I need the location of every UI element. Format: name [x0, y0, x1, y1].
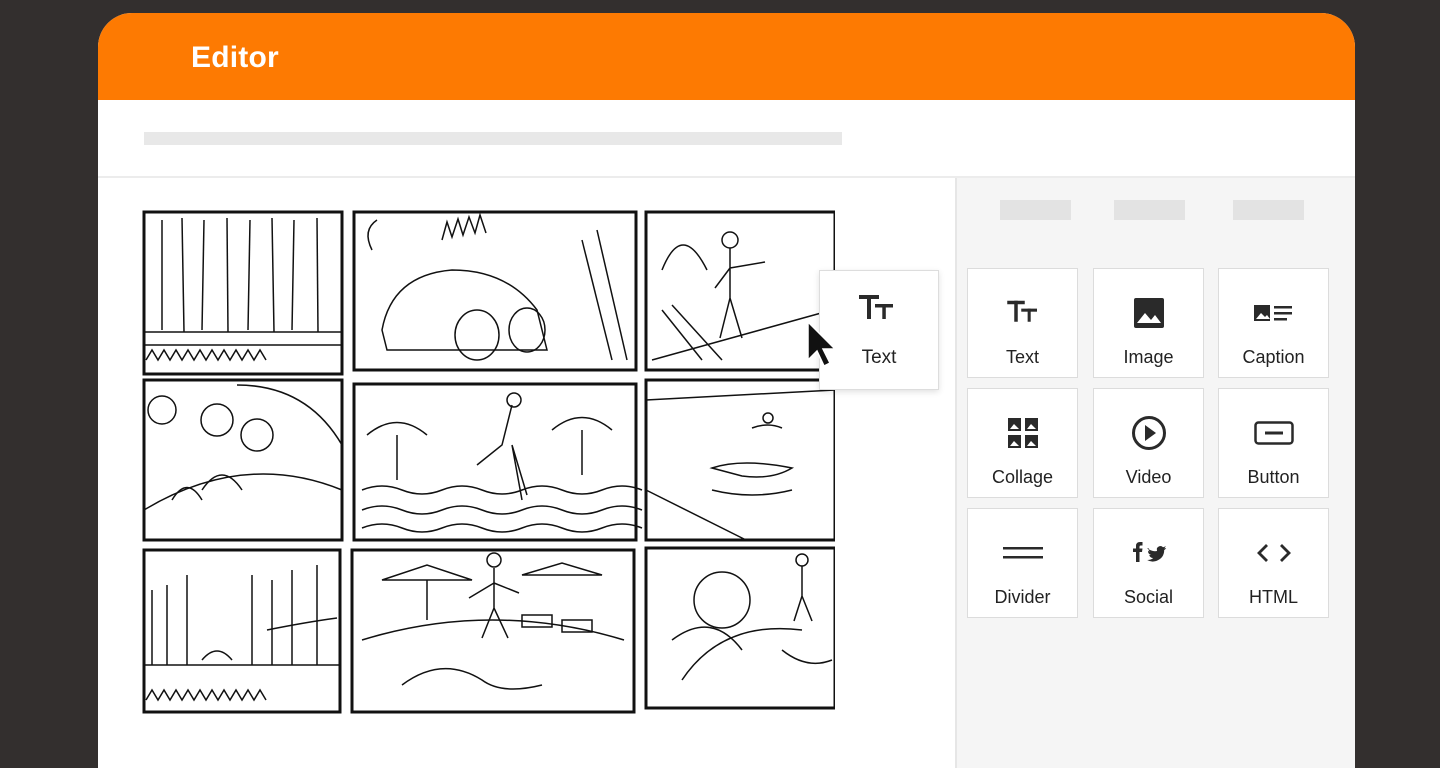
image-icon [1094, 293, 1203, 333]
block-label: Social [1123, 587, 1174, 607]
block-button[interactable]: Button [1218, 388, 1329, 498]
panel-tab-3[interactable] [1233, 200, 1304, 220]
block-label: Video [1125, 467, 1172, 487]
block-label: Text [1005, 347, 1039, 367]
mouse-pointer-icon [806, 320, 837, 373]
social-icon [1094, 533, 1203, 573]
blocks-panel: Text Image Caption Collage Video Button … [955, 178, 1355, 768]
block-html[interactable]: HTML [1218, 508, 1329, 618]
block-label: Divider [994, 587, 1051, 607]
text-format-icon [968, 293, 1077, 333]
play-circle-icon [1094, 413, 1203, 453]
block-label: Caption [1242, 347, 1305, 367]
block-label: Image [1123, 347, 1174, 367]
block-label: Button [1247, 467, 1300, 487]
dragging-text-block-label: Text [861, 347, 897, 368]
address-placeholder [144, 132, 842, 145]
address-bar[interactable] [98, 100, 1355, 178]
window-title: Editor [191, 41, 279, 74]
block-video[interactable]: Video [1093, 388, 1204, 498]
panel-tab-2[interactable] [1114, 200, 1185, 220]
code-icon [1219, 533, 1328, 573]
block-image[interactable]: Image [1093, 268, 1204, 378]
caption-icon [1219, 293, 1328, 333]
block-text[interactable]: Text [967, 268, 1078, 378]
block-social[interactable]: Social [1093, 508, 1204, 618]
storyboard-image[interactable] [142, 210, 835, 716]
text-format-icon [859, 293, 895, 330]
button-icon [1219, 413, 1328, 453]
title-bar: Editor [98, 13, 1355, 100]
block-collage[interactable]: Collage [967, 388, 1078, 498]
panel-tab-1[interactable] [1000, 200, 1071, 220]
panel-tabs [957, 178, 1355, 242]
block-caption[interactable]: Caption [1218, 268, 1329, 378]
editor-window: Editor Text Text Image Caption Collage V… [98, 13, 1355, 768]
collage-icon [968, 413, 1077, 453]
editor-canvas[interactable] [98, 178, 955, 768]
block-label: Collage [991, 467, 1054, 487]
block-divider[interactable]: Divider [967, 508, 1078, 618]
divider-icon [968, 533, 1077, 573]
block-label: HTML [1249, 587, 1298, 607]
dragging-text-block[interactable]: Text [819, 270, 939, 390]
